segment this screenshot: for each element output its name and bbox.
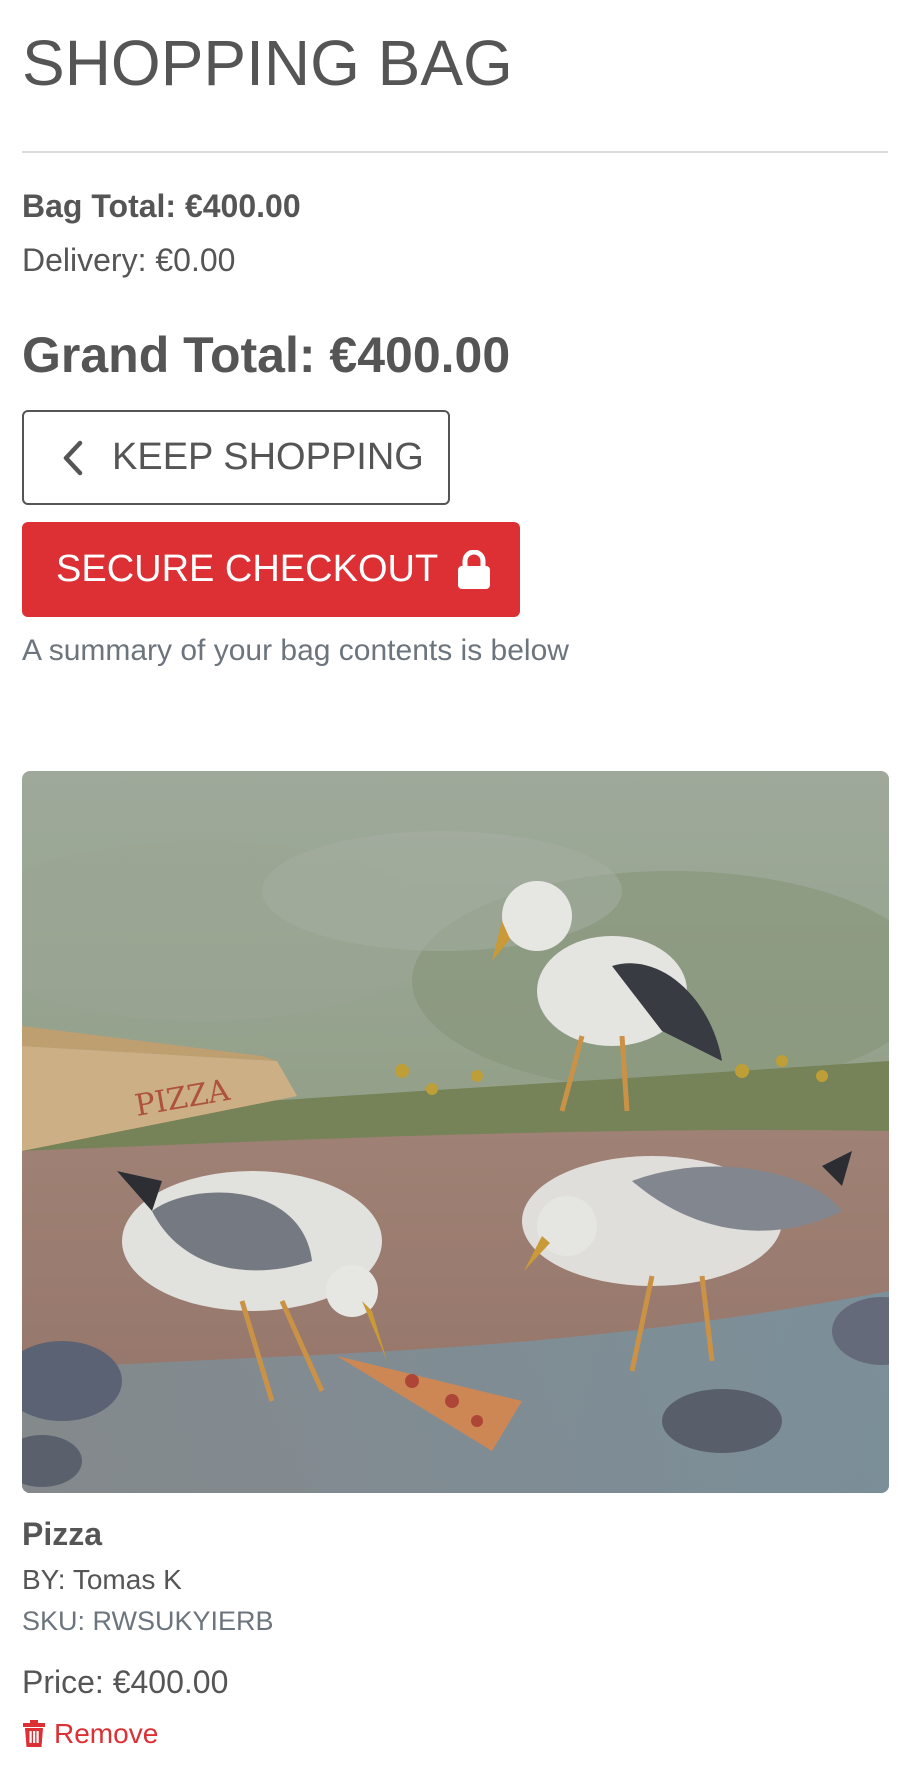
lock-icon xyxy=(458,549,491,589)
keep-shopping-label: KEEP SHOPPING xyxy=(112,436,424,478)
page-title: SHOPPING BAG xyxy=(22,27,513,99)
product-sku: SKU: RWSUKYIERB xyxy=(22,1606,274,1636)
grand-total: Grand Total: €400.00 xyxy=(22,327,511,383)
remove-item-label: Remove xyxy=(54,1718,159,1749)
product-name: Pizza xyxy=(22,1516,103,1552)
bag-summary-note: A summary of your bag contents is below xyxy=(22,634,569,667)
remove-item-link[interactable]: Remove xyxy=(22,1718,158,1750)
bag-total: Bag Total: €400.00 xyxy=(22,188,301,224)
secure-checkout-label: SECURE CHECKOUT xyxy=(56,548,439,590)
product-image[interactable]: PIZZA xyxy=(22,771,889,1493)
chevron-left-icon xyxy=(63,440,83,475)
trash-icon xyxy=(23,1720,45,1747)
header-divider xyxy=(22,151,888,153)
delivery-cost: Delivery: €0.00 xyxy=(22,242,236,278)
product-artist: BY: Tomas K xyxy=(22,1564,182,1595)
keep-shopping-button[interactable]: KEEP SHOPPING xyxy=(22,410,450,505)
secure-checkout-button[interactable]: SECURE CHECKOUT xyxy=(22,522,520,617)
product-price: Price: €400.00 xyxy=(22,1664,229,1700)
